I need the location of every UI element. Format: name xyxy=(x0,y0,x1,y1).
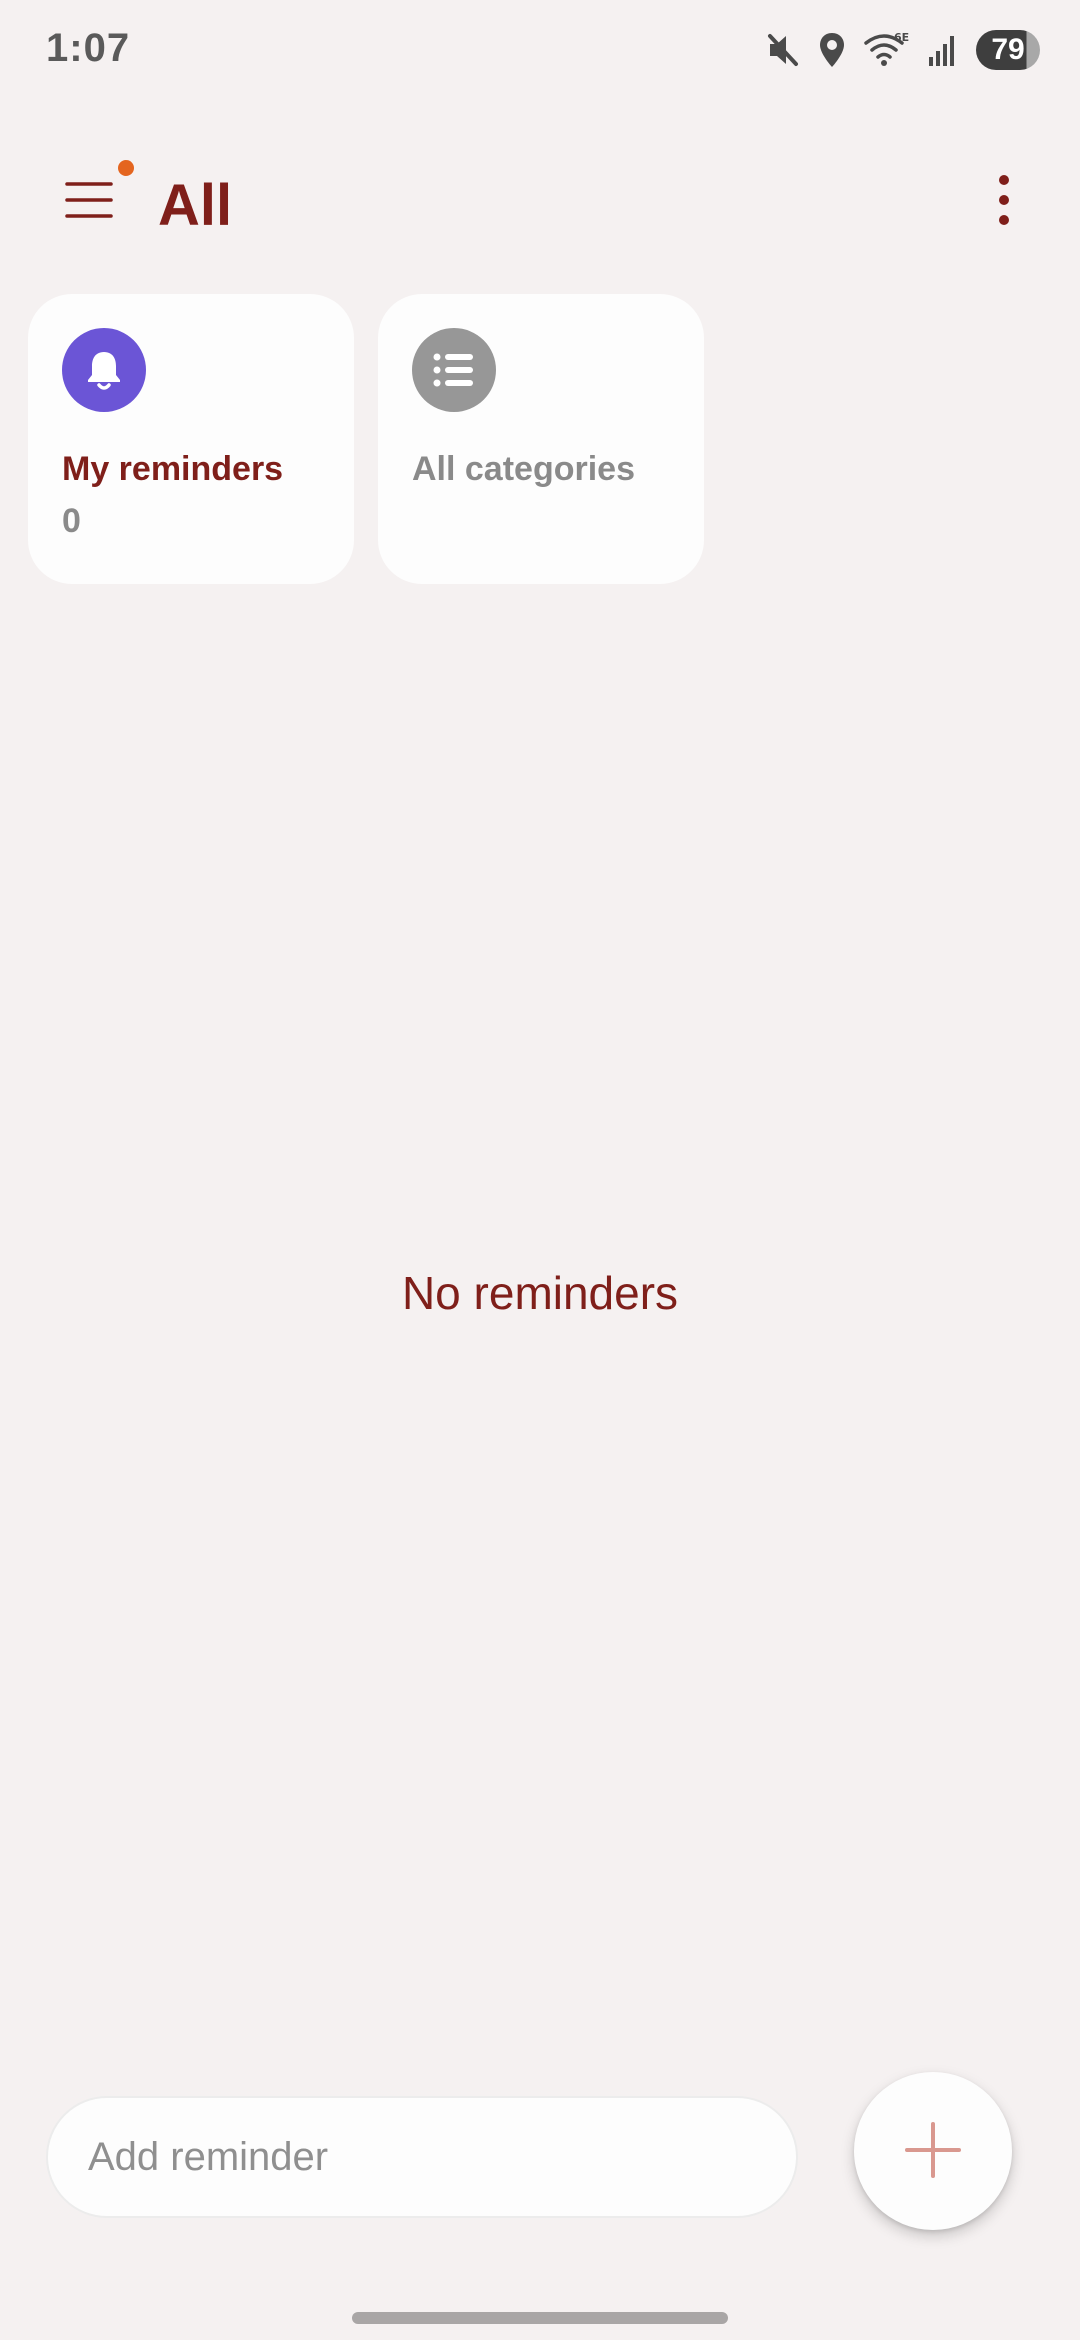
navigation-drawer-button[interactable] xyxy=(52,164,128,240)
location-icon xyxy=(818,31,846,69)
add-reminder-button[interactable] xyxy=(854,2072,1012,2230)
wifi-6e-icon: 6E xyxy=(864,31,910,69)
home-indicator[interactable] xyxy=(352,2312,728,2324)
page-title: All xyxy=(158,173,233,238)
svg-text:6E: 6E xyxy=(894,31,909,44)
status-icons: 6E 79 xyxy=(766,28,1040,72)
status-time: 1:07 xyxy=(46,26,131,70)
more-options-button[interactable] xyxy=(978,172,1030,232)
signal-icon xyxy=(928,33,958,67)
mute-icon xyxy=(766,32,800,68)
add-reminder-input[interactable] xyxy=(46,2096,798,2218)
my-reminders-card[interactable]: My reminders 0 xyxy=(28,294,354,584)
hamburger-menu-icon xyxy=(65,178,115,227)
notification-dot xyxy=(118,160,134,176)
battery-indicator: 79 xyxy=(976,30,1040,70)
bell-icon xyxy=(62,328,146,412)
more-vertical-icon xyxy=(998,174,1010,231)
list-icon xyxy=(412,328,496,412)
status-bar: 1:07 6E 79 xyxy=(0,0,1080,100)
my-reminders-label: My reminders xyxy=(62,450,284,488)
plus-icon xyxy=(903,2120,963,2183)
empty-state-message: No reminders xyxy=(401,1267,679,1319)
my-reminders-count: 0 xyxy=(62,502,81,540)
reminders-screen: 1:07 6E 79 All My reminders 0 All catego… xyxy=(0,0,1080,2340)
all-categories-card[interactable]: All categories xyxy=(378,294,704,584)
all-categories-label: All categories xyxy=(412,450,635,488)
